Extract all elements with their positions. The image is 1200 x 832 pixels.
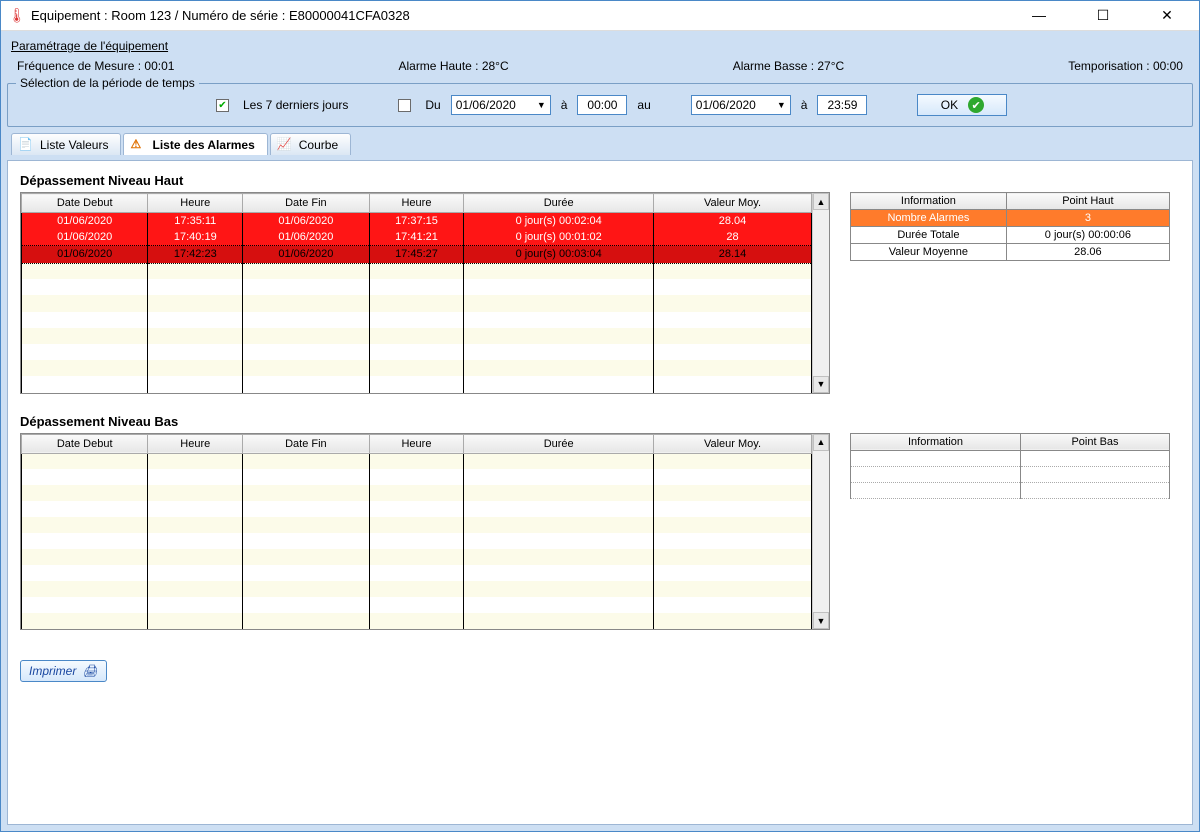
params-link[interactable]: Paramétrage de l'équipement <box>7 37 1193 53</box>
last7-label: Les 7 derniers jours <box>243 98 348 112</box>
window-controls: — ☐ ✕ <box>1019 7 1191 24</box>
date-from-combo[interactable]: 01/06/2020 ▼ <box>451 95 551 115</box>
low-title: Dépassement Niveau Bas <box>20 414 1180 429</box>
a-label-2: à <box>801 98 808 112</box>
table-row <box>851 482 1170 498</box>
scroll-up-icon[interactable]: ▲ <box>813 193 829 210</box>
a-label-1: à <box>561 98 568 112</box>
low-alarm-table: Date Debut Heure Date Fin Heure Durée Va… <box>20 433 830 631</box>
table-row <box>22 328 812 344</box>
table-row <box>22 565 812 581</box>
alarm-high-label: Alarme Haute : 28°C <box>398 59 508 73</box>
low-side-wrap: InformationPoint Bas <box>850 433 1170 631</box>
table-row <box>22 344 812 360</box>
alarm-low-label: Alarme Basse : 27°C <box>733 59 845 73</box>
table-row[interactable]: 01/06/202017:35:11 01/06/202017:37:15 0 … <box>22 213 812 230</box>
high-section: Dépassement Niveau Haut Date Debut Heure… <box>20 173 1180 394</box>
table-row <box>22 279 812 295</box>
table-row <box>22 360 812 376</box>
table-row <box>22 485 812 501</box>
ok-label: OK <box>941 98 958 112</box>
table-row: Valeur Moyenne28.06 <box>851 244 1170 261</box>
table-row <box>22 517 812 533</box>
du-label: Du <box>425 98 440 112</box>
table-row[interactable]: Nombre Alarmes3 <box>851 210 1170 227</box>
alarm-icon: ⚠ <box>130 137 146 153</box>
printer-icon: 🖨 <box>82 664 97 678</box>
table-row <box>22 501 812 517</box>
scroll-down-icon[interactable]: ▼ <box>813 376 829 393</box>
date-to-value: 01/06/2020 <box>696 98 756 112</box>
scroll-down-icon[interactable]: ▼ <box>813 612 829 629</box>
maximize-button[interactable]: ☐ <box>1083 7 1123 24</box>
chevron-down-icon: ▼ <box>777 100 786 110</box>
last7-checkbox[interactable]: ✔ <box>216 99 229 112</box>
du-checkbox[interactable]: ✔ <box>398 99 411 112</box>
close-button[interactable]: ✕ <box>1147 7 1187 24</box>
table-row <box>22 597 812 613</box>
minimize-button[interactable]: — <box>1019 7 1059 24</box>
params-row: Fréquence de Mesure : 00:01 Alarme Haute… <box>7 59 1193 77</box>
tabs: 📄 Liste Valeurs ⚠ Liste des Alarmes 📈 Co… <box>7 133 1193 155</box>
time-to-input[interactable]: 23:59 <box>817 95 867 115</box>
table-row <box>22 263 812 279</box>
table-row <box>22 581 812 597</box>
thermometer-icon: 🌡 <box>9 8 25 24</box>
period-row: ✔ Les 7 derniers jours ✔ Du 01/06/2020 ▼… <box>16 94 1184 116</box>
table-row <box>851 466 1170 482</box>
chevron-down-icon: ▼ <box>537 100 546 110</box>
period-fieldset: Sélection de la période de temps ✔ Les 7… <box>7 83 1193 127</box>
high-side-wrap: InformationPoint Haut Nombre Alarmes3 Du… <box>850 192 1170 394</box>
table-row <box>22 469 812 485</box>
list-icon: 📄 <box>18 137 34 153</box>
table-row <box>22 295 812 311</box>
table-row: Durée Totale0 jour(s) 00:00:06 <box>851 227 1170 244</box>
table-row <box>22 533 812 549</box>
scroll-up-icon[interactable]: ▲ <box>813 434 829 451</box>
date-to-combo[interactable]: 01/06/2020 ▼ <box>691 95 791 115</box>
table-row <box>22 613 812 629</box>
check-circle-icon: ✔ <box>968 97 984 113</box>
low-section: Dépassement Niveau Bas Date Debut Heure … <box>20 414 1180 631</box>
au-label: au <box>637 98 650 112</box>
date-from-value: 01/06/2020 <box>456 98 516 112</box>
content-area: Paramétrage de l'équipement Fréquence de… <box>1 31 1199 831</box>
table-row[interactable]: 01/06/202017:42:23 01/06/202017:45:27 0 … <box>22 246 812 263</box>
freq-label: Fréquence de Mesure : 00:01 <box>17 59 174 73</box>
tab-courbe[interactable]: 📈 Courbe <box>270 133 351 155</box>
window-title: Equipement : Room 123 / Numéro de série … <box>31 8 1019 23</box>
table-row <box>22 312 812 328</box>
high-alarm-table: Date Debut Heure Date Fin Heure Durée Va… <box>20 192 830 394</box>
low-side-table: InformationPoint Bas <box>850 433 1170 499</box>
tab-liste-valeurs[interactable]: 📄 Liste Valeurs <box>11 133 121 155</box>
titlebar: 🌡 Equipement : Room 123 / Numéro de séri… <box>1 1 1199 31</box>
period-legend: Sélection de la période de temps <box>16 76 199 90</box>
scrollbar[interactable]: ▲ ▼ <box>812 193 829 393</box>
table-row <box>22 549 812 565</box>
scrollbar[interactable]: ▲ ▼ <box>812 434 829 630</box>
time-from-input[interactable]: 00:00 <box>577 95 627 115</box>
high-title: Dépassement Niveau Haut <box>20 173 1180 188</box>
print-label: Imprimer <box>29 664 76 678</box>
tab-liste-alarmes[interactable]: ⚠ Liste des Alarmes <box>123 133 267 155</box>
table-header-row: Date Debut Heure Date Fin Heure Durée Va… <box>22 194 812 213</box>
table-header-row: Date Debut Heure Date Fin Heure Durée Va… <box>22 434 812 453</box>
app-window: 🌡 Equipement : Room 123 / Numéro de séri… <box>0 0 1200 832</box>
print-button[interactable]: Imprimer 🖨 <box>20 660 107 682</box>
table-row[interactable]: 01/06/202017:40:19 01/06/202017:41:21 0 … <box>22 229 812 246</box>
high-side-table: InformationPoint Haut Nombre Alarmes3 Du… <box>850 192 1170 261</box>
table-row <box>22 376 812 392</box>
ok-button[interactable]: OK ✔ <box>917 94 1007 116</box>
chart-icon: 📈 <box>277 137 293 153</box>
panel: Dépassement Niveau Haut Date Debut Heure… <box>7 160 1193 825</box>
table-row <box>22 453 812 469</box>
tempo-label: Temporisation : 00:00 <box>1068 59 1183 73</box>
table-row <box>851 450 1170 466</box>
